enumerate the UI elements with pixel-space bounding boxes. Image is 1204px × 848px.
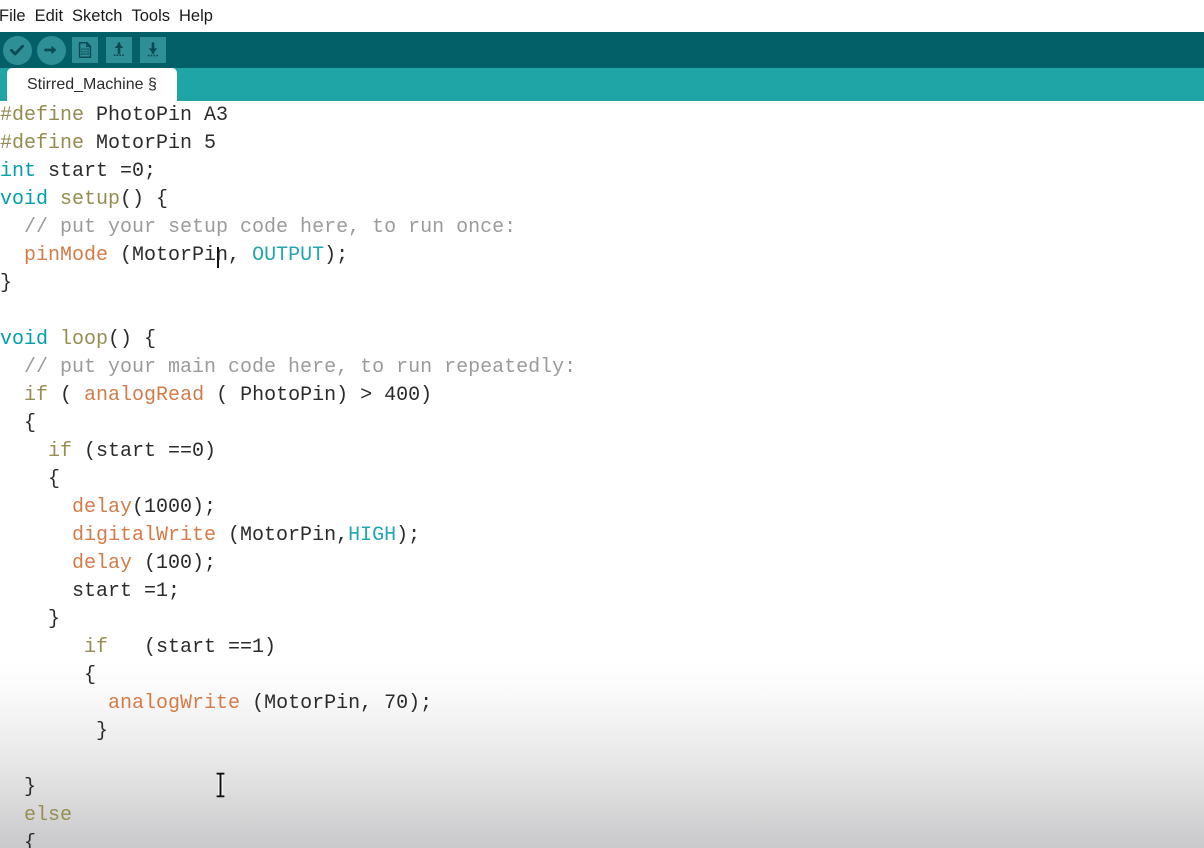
code-token: () { — [120, 188, 169, 211]
new-document-icon — [72, 37, 98, 63]
code-token: (start ==1) — [108, 636, 277, 659]
code-token: #define — [0, 104, 85, 127]
menu-item-file[interactable]: File — [0, 0, 31, 32]
code-token: MotorPin 5 — [84, 132, 217, 155]
code-token: pinMode — [24, 244, 109, 267]
menu-item-sketch[interactable]: Sketch — [68, 0, 127, 32]
code-token: delay — [72, 552, 133, 575]
code-token: start =1; — [0, 580, 181, 603]
code-token: { — [0, 832, 37, 848]
verify-button[interactable] — [2, 35, 32, 65]
code-token: { — [0, 412, 37, 435]
code-token: } — [0, 608, 61, 631]
code-token: // put your setup code here, to run once… — [24, 216, 517, 239]
code-token: (MotorPin, 70); — [240, 692, 433, 715]
code-token: (start ==0) — [72, 440, 217, 463]
code-token: { — [0, 468, 61, 491]
code-token: { — [0, 664, 97, 687]
arrow-up-document-icon — [106, 37, 132, 63]
code-token: analogRead — [84, 384, 205, 407]
code-token: OUTPUT — [252, 244, 325, 267]
menu-item-edit[interactable]: Edit — [31, 0, 68, 32]
code-token: int — [0, 160, 37, 183]
code-token: loop — [60, 328, 109, 351]
code-token: else — [24, 804, 73, 827]
sketch-tab-bar: Stirred_Machine § — [0, 68, 1204, 101]
menu-item-tools[interactable]: Tools — [127, 0, 175, 32]
sketch-tab-label: Stirred_Machine § — [27, 75, 157, 93]
code-token: (MotorPin, — [108, 244, 253, 267]
text-caret — [217, 247, 219, 268]
toolbar — [0, 32, 1204, 68]
code-token: #define — [0, 132, 85, 155]
code-token: digitalWrite — [72, 524, 217, 547]
new-sketch-button[interactable] — [70, 35, 100, 65]
code-token: delay — [72, 496, 133, 519]
code-token: ); — [396, 524, 421, 547]
arrow-right-circle-icon — [36, 35, 66, 65]
code-token: ); — [324, 244, 349, 267]
code-token: // put your main code here, to run repea… — [24, 356, 577, 379]
arrow-down-document-icon — [140, 37, 166, 63]
code-text[interactable]: #define PhotoPin A3 #define MotorPin 5 i… — [0, 102, 576, 848]
code-token: ( PhotoPin) > 400) — [204, 384, 433, 407]
menu-bar: File Edit Sketch Tools Help — [0, 0, 1204, 32]
code-token: } — [0, 272, 13, 295]
open-sketch-button[interactable] — [104, 35, 134, 65]
code-token: } — [0, 720, 109, 743]
code-token: analogWrite — [108, 692, 241, 715]
code-token: start =0; — [36, 160, 157, 183]
code-token: if — [24, 384, 49, 407]
code-token: } — [0, 776, 37, 799]
sketch-tab-stirred-machine[interactable]: Stirred_Machine § — [7, 68, 177, 101]
code-token: if — [84, 636, 109, 659]
code-token: (1000); — [132, 496, 217, 519]
upload-button[interactable] — [36, 35, 66, 65]
code-editor[interactable]: #define PhotoPin A3 #define MotorPin 5 i… — [0, 101, 1204, 848]
menu-item-help[interactable]: Help — [175, 0, 218, 32]
code-token: setup — [60, 188, 121, 211]
code-token: HIGH — [348, 524, 397, 547]
code-token: (MotorPin, — [216, 524, 349, 547]
code-token: () { — [108, 328, 157, 351]
code-token: void — [0, 188, 49, 211]
code-token: if — [48, 440, 73, 463]
code-token: void — [0, 328, 49, 351]
code-token: ( — [48, 384, 85, 407]
code-token: PhotoPin A3 — [84, 104, 229, 127]
save-sketch-button[interactable] — [138, 35, 168, 65]
checkmark-circle-icon — [2, 35, 32, 65]
code-token: (100); — [132, 552, 217, 575]
